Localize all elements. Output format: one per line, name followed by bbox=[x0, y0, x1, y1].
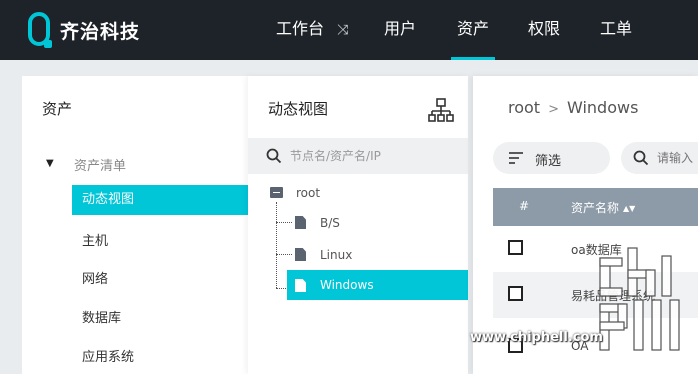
asset-search-input[interactable] bbox=[657, 142, 698, 174]
asset-name-cell[interactable]: 易耗品管理系统 bbox=[571, 287, 655, 304]
row-checkbox[interactable] bbox=[508, 240, 523, 255]
search-icon bbox=[266, 148, 282, 164]
org-chart-icon[interactable] bbox=[428, 98, 454, 124]
tree-node-linux[interactable]: Linux bbox=[320, 248, 352, 262]
tree-connector bbox=[276, 222, 292, 223]
tree-search-input[interactable] bbox=[290, 138, 460, 174]
filter-button[interactable]: 筛选 bbox=[493, 142, 610, 174]
row-checkbox[interactable] bbox=[508, 286, 523, 301]
column-header-label: 资产名称 bbox=[571, 201, 620, 215]
tree-node-label: Windows bbox=[320, 278, 374, 292]
collapse-icon[interactable] bbox=[270, 187, 283, 198]
nav-item-assets[interactable]: 资产 bbox=[450, 0, 496, 60]
shuffle-icon: ⤨ bbox=[337, 21, 349, 38]
column-header-name[interactable]: 资产名称 ▲▼ bbox=[571, 199, 635, 216]
sidebar-item-host[interactable]: 主机 bbox=[72, 227, 262, 257]
tree-node-root[interactable]: root bbox=[296, 186, 320, 200]
watermark-text: www.chiphell.com bbox=[470, 330, 603, 345]
asset-search-box bbox=[621, 142, 698, 174]
file-icon bbox=[295, 248, 306, 261]
top-bar: 齐治科技 工作台 ⤨ 用户 资产 权限 工单 bbox=[0, 0, 698, 60]
sort-icon[interactable]: ▲▼ bbox=[623, 204, 635, 213]
tree-search-box bbox=[248, 138, 468, 174]
sidebar-item-database[interactable]: 数据库 bbox=[72, 304, 262, 334]
tree-panel-title: 动态视图 bbox=[268, 100, 329, 118]
breadcrumb-root[interactable]: root bbox=[508, 98, 540, 117]
sidebar-item-app-system[interactable]: 应用系统 bbox=[72, 343, 262, 373]
table-header: # 资产名称 ▲▼ bbox=[493, 188, 698, 226]
search-icon bbox=[633, 150, 649, 166]
sidebar-item-network[interactable]: 网络 bbox=[72, 265, 262, 295]
tree-connector bbox=[276, 202, 277, 288]
filter-icon bbox=[509, 152, 523, 164]
filter-label: 筛选 bbox=[535, 154, 562, 169]
brand-name: 齐治科技 bbox=[60, 21, 141, 43]
nav-item-tickets[interactable]: 工单 bbox=[600, 0, 632, 60]
file-icon bbox=[295, 216, 306, 229]
asset-sidebar: 资产 ▼ 资产清单 动态视图 主机 网络 数据库 应用系统 bbox=[22, 76, 262, 374]
table-row: 易耗品管理系统 bbox=[493, 272, 698, 318]
nav-item-users[interactable]: 用户 bbox=[384, 0, 416, 60]
breadcrumb-separator: > bbox=[548, 102, 559, 117]
tree-node-bs[interactable]: B/S bbox=[320, 216, 340, 230]
tree-connector bbox=[276, 254, 292, 255]
nav-item-label: 工作台 bbox=[276, 19, 325, 38]
nav-item-permissions[interactable]: 权限 bbox=[528, 0, 560, 60]
column-header-index: # bbox=[519, 199, 530, 213]
sidebar-group-label[interactable]: 资产清单 bbox=[74, 155, 126, 174]
tree-node-windows[interactable]: Windows bbox=[287, 270, 468, 300]
table-row: oa数据库 bbox=[493, 226, 698, 272]
breadcrumb-current: Windows bbox=[566, 98, 639, 117]
brand-logo-icon bbox=[28, 12, 52, 48]
nav-item-workbench[interactable]: 工作台 ⤨ bbox=[276, 0, 348, 60]
sidebar-title: 资产 bbox=[42, 100, 73, 118]
tree-panel: 动态视图 root B/S Linux Windows bbox=[248, 76, 468, 374]
sidebar-item-dynamic-view[interactable]: 动态视图 bbox=[72, 185, 262, 215]
caret-down-icon[interactable]: ▼ bbox=[46, 158, 54, 169]
file-icon bbox=[295, 279, 306, 292]
breadcrumb: root > Windows bbox=[508, 98, 638, 117]
asset-name-cell[interactable]: oa数据库 bbox=[571, 241, 622, 258]
